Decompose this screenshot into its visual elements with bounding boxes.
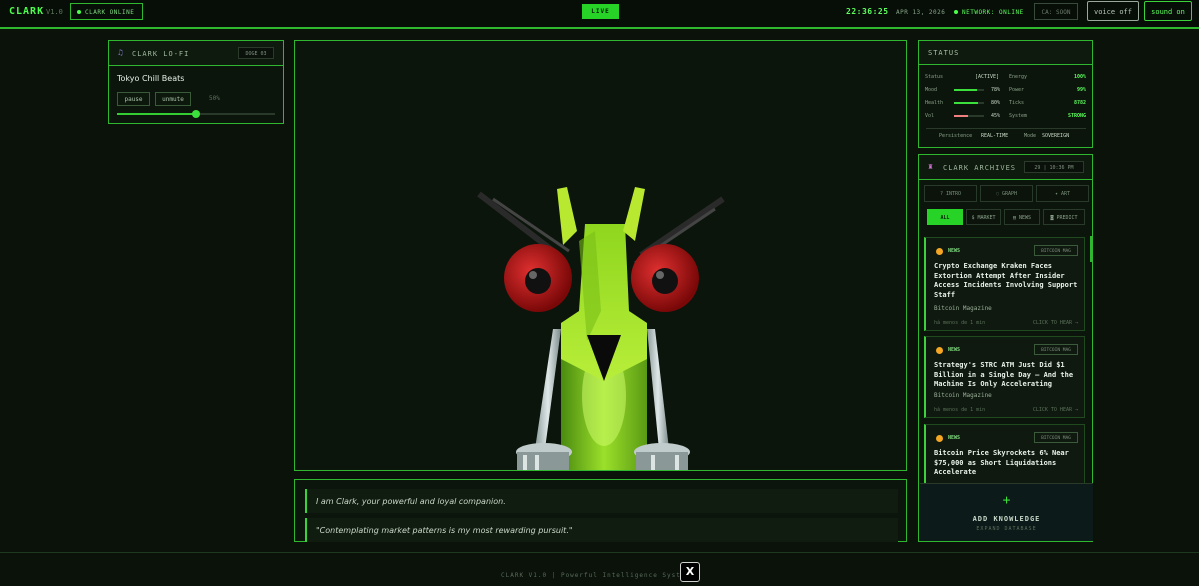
status-value: 45% bbox=[991, 113, 1001, 119]
speech-panel: I am Clark, your powerful and loyal comp… bbox=[294, 479, 907, 542]
music-panel-title: CLARK LO-FI bbox=[132, 50, 190, 58]
news-source-badge: BITCOIN MAG bbox=[1034, 432, 1078, 443]
plus-icon: + bbox=[1002, 493, 1011, 508]
status-label: Ticks bbox=[1009, 100, 1025, 106]
archives-title: CLARK ARCHIVES bbox=[943, 164, 1017, 172]
status-label: Power bbox=[1009, 87, 1025, 93]
status-label: Mood bbox=[925, 87, 938, 93]
news-publisher: Bitcoin Magazine bbox=[934, 392, 992, 399]
date: APR 13, 2026 bbox=[896, 9, 946, 16]
news-source-badge: BITCOIN MAG bbox=[1034, 344, 1078, 355]
music-player-panel: ♫ CLARK LO-FI DOGE 03 Tokyo Chill Beats … bbox=[108, 40, 284, 124]
clock: 22:36:25 bbox=[846, 7, 889, 16]
unmute-button[interactable]: unmute bbox=[155, 92, 191, 106]
speech-line: "Contemplating market patterns is my mos… bbox=[305, 518, 898, 542]
archives-panel: ♜ CLARK ARCHIVES 29 | 10:36 PM ? INTRO ◌… bbox=[918, 154, 1093, 542]
clark-character-render bbox=[477, 187, 725, 470]
news-card[interactable]: NEWS BITCOIN MAG Bitcoin Price Skyrocket… bbox=[924, 424, 1085, 483]
tab-art[interactable]: ✦ ART bbox=[1036, 185, 1089, 202]
sound-toggle-button[interactable]: sound on bbox=[1144, 1, 1192, 21]
mode-value: SOVEREIGN bbox=[1042, 133, 1070, 139]
status-bar bbox=[954, 115, 984, 117]
online-badge: CLARK ONLINE bbox=[70, 3, 143, 20]
status-label: Health bbox=[925, 100, 944, 106]
news-time: há menos de 1 min bbox=[934, 407, 986, 413]
music-note-icon: ♫ bbox=[118, 48, 123, 57]
click-to-hear-link[interactable]: CLICK TO HEAR → bbox=[1033, 320, 1078, 326]
status-value: STRONG bbox=[1067, 113, 1086, 119]
status-value: [ACTIVE] bbox=[975, 74, 1000, 80]
add-knowledge-button[interactable]: + ADD KNOWLEDGE EXPAND DATABASE bbox=[920, 483, 1093, 541]
status-value: 80% bbox=[991, 100, 1001, 106]
voice-toggle-button[interactable]: voice off bbox=[1087, 1, 1139, 21]
news-card[interactable]: NEWS BITCOIN MAG Crypto Exchange Kraken … bbox=[924, 237, 1085, 331]
status-bar bbox=[954, 102, 984, 104]
app-version: V1.0 bbox=[46, 8, 63, 16]
x-social-icon[interactable]: X bbox=[680, 562, 700, 582]
news-source-badge: BITCOIN MAG bbox=[1034, 245, 1078, 256]
footer: CLARK V1.0 | Powerful Intelligence Syste… bbox=[0, 552, 1199, 586]
contract-address-button[interactable]: CA: SOON bbox=[1034, 3, 1078, 20]
news-coin-icon bbox=[936, 248, 943, 255]
character-stage[interactable] bbox=[294, 40, 907, 471]
network-status: NETWORK: ONLINE bbox=[954, 9, 1024, 16]
status-title: STATUS bbox=[919, 41, 1092, 65]
news-category: NEWS bbox=[948, 347, 961, 353]
news-card[interactable]: NEWS BITCOIN MAG Strategy's STRC ATM Jus… bbox=[924, 336, 1085, 418]
status-divider bbox=[926, 128, 1086, 129]
status-label: Energy bbox=[1009, 74, 1028, 80]
volume-slider[interactable] bbox=[117, 110, 275, 118]
tab-graph[interactable]: ◌ GRAPH bbox=[980, 185, 1033, 202]
volume-slider-handle[interactable] bbox=[192, 110, 200, 118]
music-tag: DOGE 03 bbox=[238, 47, 274, 59]
filter-market[interactable]: $ MARKET bbox=[966, 209, 1001, 225]
news-title: Crypto Exchange Kraken Faces Extortion A… bbox=[934, 262, 1078, 299]
persistence-label: Persistence bbox=[939, 133, 973, 139]
status-value: 8782 bbox=[1073, 100, 1086, 106]
filter-news[interactable]: ▤ NEWS bbox=[1004, 209, 1040, 225]
add-knowledge-subtitle: EXPAND DATABASE bbox=[976, 526, 1037, 532]
tab-intro[interactable]: ? INTRO bbox=[924, 185, 977, 202]
archives-header: ♜ CLARK ARCHIVES 29 | 10:36 PM bbox=[919, 155, 1092, 180]
app-logo: CLARK bbox=[9, 6, 45, 17]
music-panel-header: ♫ CLARK LO-FI DOGE 03 bbox=[109, 41, 283, 66]
status-label: Vol bbox=[925, 113, 935, 119]
status-label: Status bbox=[925, 74, 944, 80]
speech-line: I am Clark, your powerful and loyal comp… bbox=[305, 489, 898, 513]
footer-text: CLARK V1.0 | Powerful Intelligence Syste… bbox=[501, 572, 691, 579]
status-panel: STATUS Status [ACTIVE] Energy 100% Mood 78% Po… bbox=[918, 40, 1093, 148]
news-coin-icon bbox=[936, 435, 943, 442]
status-bar bbox=[954, 89, 984, 91]
mode-label: Mode bbox=[1024, 133, 1037, 139]
news-category: NEWS bbox=[948, 248, 961, 254]
news-coin-icon bbox=[936, 347, 943, 354]
click-to-hear-link[interactable]: CLICK TO HEAR → bbox=[1033, 407, 1078, 413]
news-category: NEWS bbox=[948, 435, 961, 441]
live-badge[interactable]: LIVE bbox=[582, 4, 619, 19]
persistence-value: REAL-TIME bbox=[981, 133, 1009, 139]
filter-predict[interactable]: ◙ PREDICT bbox=[1043, 209, 1085, 225]
volume-readout: 50% bbox=[209, 95, 220, 102]
news-title: Bitcoin Price Skyrockets 6% Near $75,000… bbox=[934, 449, 1069, 476]
news-feed[interactable]: NEWS BITCOIN MAG Crypto Exchange Kraken … bbox=[924, 235, 1090, 483]
news-title: Strategy's STRC ATM Just Did $1 Billion … bbox=[934, 361, 1074, 388]
add-knowledge-label: ADD KNOWLEDGE bbox=[972, 515, 1041, 523]
pause-button[interactable]: pause bbox=[117, 92, 150, 106]
archive-icon: ♜ bbox=[928, 162, 933, 171]
top-bar: CLARK V1.0 CLARK ONLINE LIVE 22:36:25 AP… bbox=[0, 0, 1199, 29]
news-publisher: Bitcoin Magazine bbox=[934, 305, 992, 312]
volume-slider-fill bbox=[117, 113, 196, 115]
status-value: 78% bbox=[991, 87, 1001, 93]
feed-scrollbar[interactable] bbox=[1090, 236, 1092, 262]
news-time: há menos de 1 min bbox=[934, 320, 986, 326]
status-value: 100% bbox=[1073, 74, 1086, 80]
status-value: 99% bbox=[1076, 87, 1086, 93]
filter-all[interactable]: ALL bbox=[927, 209, 963, 225]
archives-timestamp: 29 | 10:36 PM bbox=[1024, 161, 1084, 173]
track-title: Tokyo Chill Beats bbox=[117, 74, 185, 83]
status-label: System bbox=[1009, 113, 1028, 119]
